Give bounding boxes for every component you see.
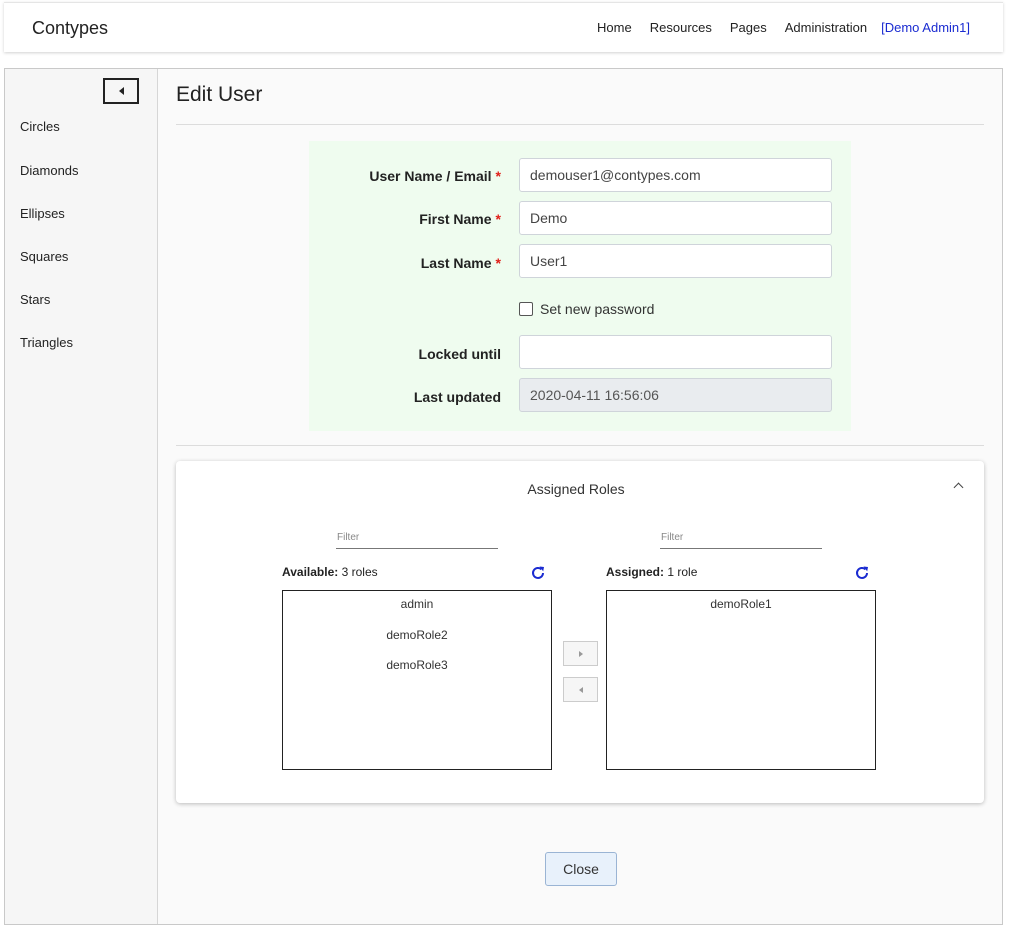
required-mark: * bbox=[495, 211, 501, 227]
nav-administration[interactable]: Administration bbox=[785, 20, 867, 35]
assigned-roles-panel: Assigned Roles Filter Available: 3 roles… bbox=[176, 461, 984, 803]
sidebar-item-ellipses[interactable]: Ellipses bbox=[20, 206, 65, 221]
sidebar: Circles Diamonds Ellipses Squares Stars … bbox=[5, 69, 158, 924]
username-field[interactable]: demouser1@contypes.com bbox=[519, 158, 832, 192]
last-name-label: Last Name * bbox=[420, 255, 501, 271]
set-password-label: Set new password bbox=[540, 301, 655, 317]
last-updated-label: Last updated bbox=[413, 389, 501, 405]
first-name-label: First Name * bbox=[419, 211, 501, 227]
divider bbox=[176, 124, 984, 125]
sidebar-item-circles[interactable]: Circles bbox=[20, 119, 60, 134]
available-filter-placeholder: Filter bbox=[337, 532, 360, 543]
assigned-filter-input[interactable]: Filter bbox=[660, 529, 822, 549]
list-item[interactable]: demoRole1 bbox=[607, 597, 875, 611]
caret-left-icon bbox=[118, 87, 124, 95]
nav-home[interactable]: Home bbox=[597, 20, 632, 35]
available-roles-list[interactable]: admin demoRole2 demoRole3 bbox=[282, 590, 552, 770]
refresh-assigned-icon[interactable] bbox=[854, 565, 870, 581]
page-title: Edit User bbox=[176, 83, 263, 106]
assigned-count: Assigned: 1 role bbox=[606, 565, 698, 579]
main-frame: Circles Diamonds Ellipses Squares Stars … bbox=[4, 68, 1003, 925]
assigned-filter-placeholder: Filter bbox=[661, 532, 684, 543]
nav-user[interactable]: [Demo Admin1] bbox=[881, 20, 970, 35]
last-updated-field: 2020-04-11 16:56:06 bbox=[519, 378, 832, 412]
required-mark: * bbox=[495, 168, 501, 184]
top-navbar: Contypes Home Resources Pages Administra… bbox=[4, 2, 1003, 52]
sidebar-collapse-button[interactable] bbox=[103, 78, 139, 104]
sidebar-item-squares[interactable]: Squares bbox=[20, 249, 68, 264]
assigned-roles-title[interactable]: Assigned Roles bbox=[176, 481, 976, 497]
move-right-button[interactable] bbox=[563, 641, 598, 666]
caret-left-icon bbox=[578, 686, 583, 693]
available-filter-input[interactable]: Filter bbox=[336, 529, 498, 549]
content-area: Edit User User Name / Email * demouser1@c… bbox=[159, 69, 1002, 924]
sidebar-item-stars[interactable]: Stars bbox=[20, 292, 50, 307]
set-password-checkbox[interactable] bbox=[519, 302, 533, 316]
first-name-field[interactable]: Demo bbox=[519, 201, 832, 235]
username-label: User Name / Email * bbox=[369, 168, 501, 184]
brand-logo[interactable]: Contypes bbox=[32, 18, 108, 39]
last-name-field[interactable]: User1 bbox=[519, 244, 832, 278]
set-password-row[interactable]: Set new password bbox=[519, 301, 654, 317]
available-count: Available: 3 roles bbox=[282, 565, 378, 579]
sidebar-item-diamonds[interactable]: Diamonds bbox=[20, 163, 79, 178]
divider bbox=[176, 445, 984, 446]
list-item[interactable]: admin bbox=[283, 597, 551, 611]
sidebar-item-triangles[interactable]: Triangles bbox=[20, 335, 73, 350]
list-item[interactable]: demoRole2 bbox=[283, 628, 551, 642]
user-form: User Name / Email * demouser1@contypes.co… bbox=[309, 141, 851, 431]
assigned-roles-list[interactable]: demoRole1 bbox=[606, 590, 876, 770]
required-mark: * bbox=[495, 255, 501, 271]
locked-until-label: Locked until bbox=[418, 346, 501, 362]
caret-right-icon bbox=[578, 650, 583, 657]
close-button[interactable]: Close bbox=[545, 852, 617, 886]
nav-pages[interactable]: Pages bbox=[730, 20, 767, 35]
locked-until-field[interactable] bbox=[519, 335, 832, 369]
list-item[interactable]: demoRole3 bbox=[283, 658, 551, 672]
refresh-available-icon[interactable] bbox=[530, 565, 546, 581]
nav-resources[interactable]: Resources bbox=[650, 20, 712, 35]
top-nav: Home Resources Pages Administration [Dem… bbox=[579, 20, 970, 35]
move-left-button[interactable] bbox=[563, 677, 598, 702]
